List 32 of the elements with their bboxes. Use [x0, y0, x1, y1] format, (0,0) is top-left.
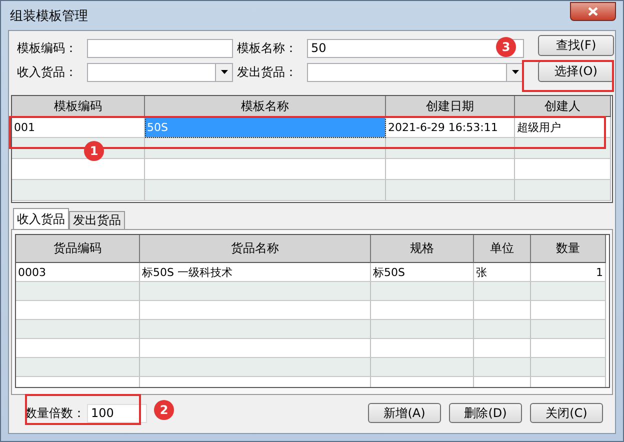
- field-label: 模板编码：: [17, 40, 78, 56]
- column-header[interactable]: 数量: [531, 235, 606, 263]
- column-header[interactable]: 规格: [371, 235, 474, 263]
- input-field[interactable]: [87, 38, 233, 58]
- dropdown-arrow-icon: [220, 70, 228, 74]
- column-header[interactable]: 货品名称: [140, 235, 371, 263]
- field-label: 收入货品：: [17, 64, 78, 80]
- button[interactable]: 查找(F): [538, 35, 614, 56]
- button[interactable]: 新增(A): [368, 403, 441, 423]
- button[interactable]: 删除(D): [449, 403, 522, 423]
- button[interactable]: 选择(O): [538, 61, 614, 82]
- dropdown-field[interactable]: [307, 62, 524, 82]
- column-header[interactable]: 货品编码: [16, 235, 140, 263]
- tab[interactable]: 发出货品: [69, 211, 125, 229]
- dropdown-arrow-icon: [512, 70, 518, 74]
- close-button[interactable]: [570, 2, 616, 21]
- table-cell: [474, 282, 531, 301]
- column-header[interactable]: 单位: [474, 235, 531, 263]
- close-icon: [588, 7, 598, 16]
- window-title: 组装模板管理: [9, 8, 88, 24]
- dropdown-field[interactable]: [87, 62, 233, 82]
- field-label: 发出货品：: [237, 64, 298, 80]
- table-cell: [474, 358, 531, 377]
- button[interactable]: 关闭(C): [530, 403, 603, 423]
- input-field[interactable]: 100: [87, 404, 147, 422]
- column-header[interactable]: 创建人: [515, 96, 611, 117]
- tab[interactable]: 收入货品: [13, 208, 69, 229]
- column-header[interactable]: 模板编码: [12, 96, 145, 117]
- table-cell: [474, 320, 531, 339]
- field-label: 模板名称：: [237, 40, 298, 56]
- column-header[interactable]: 创建日期: [386, 96, 515, 117]
- column-header[interactable]: 模板名称: [145, 96, 386, 117]
